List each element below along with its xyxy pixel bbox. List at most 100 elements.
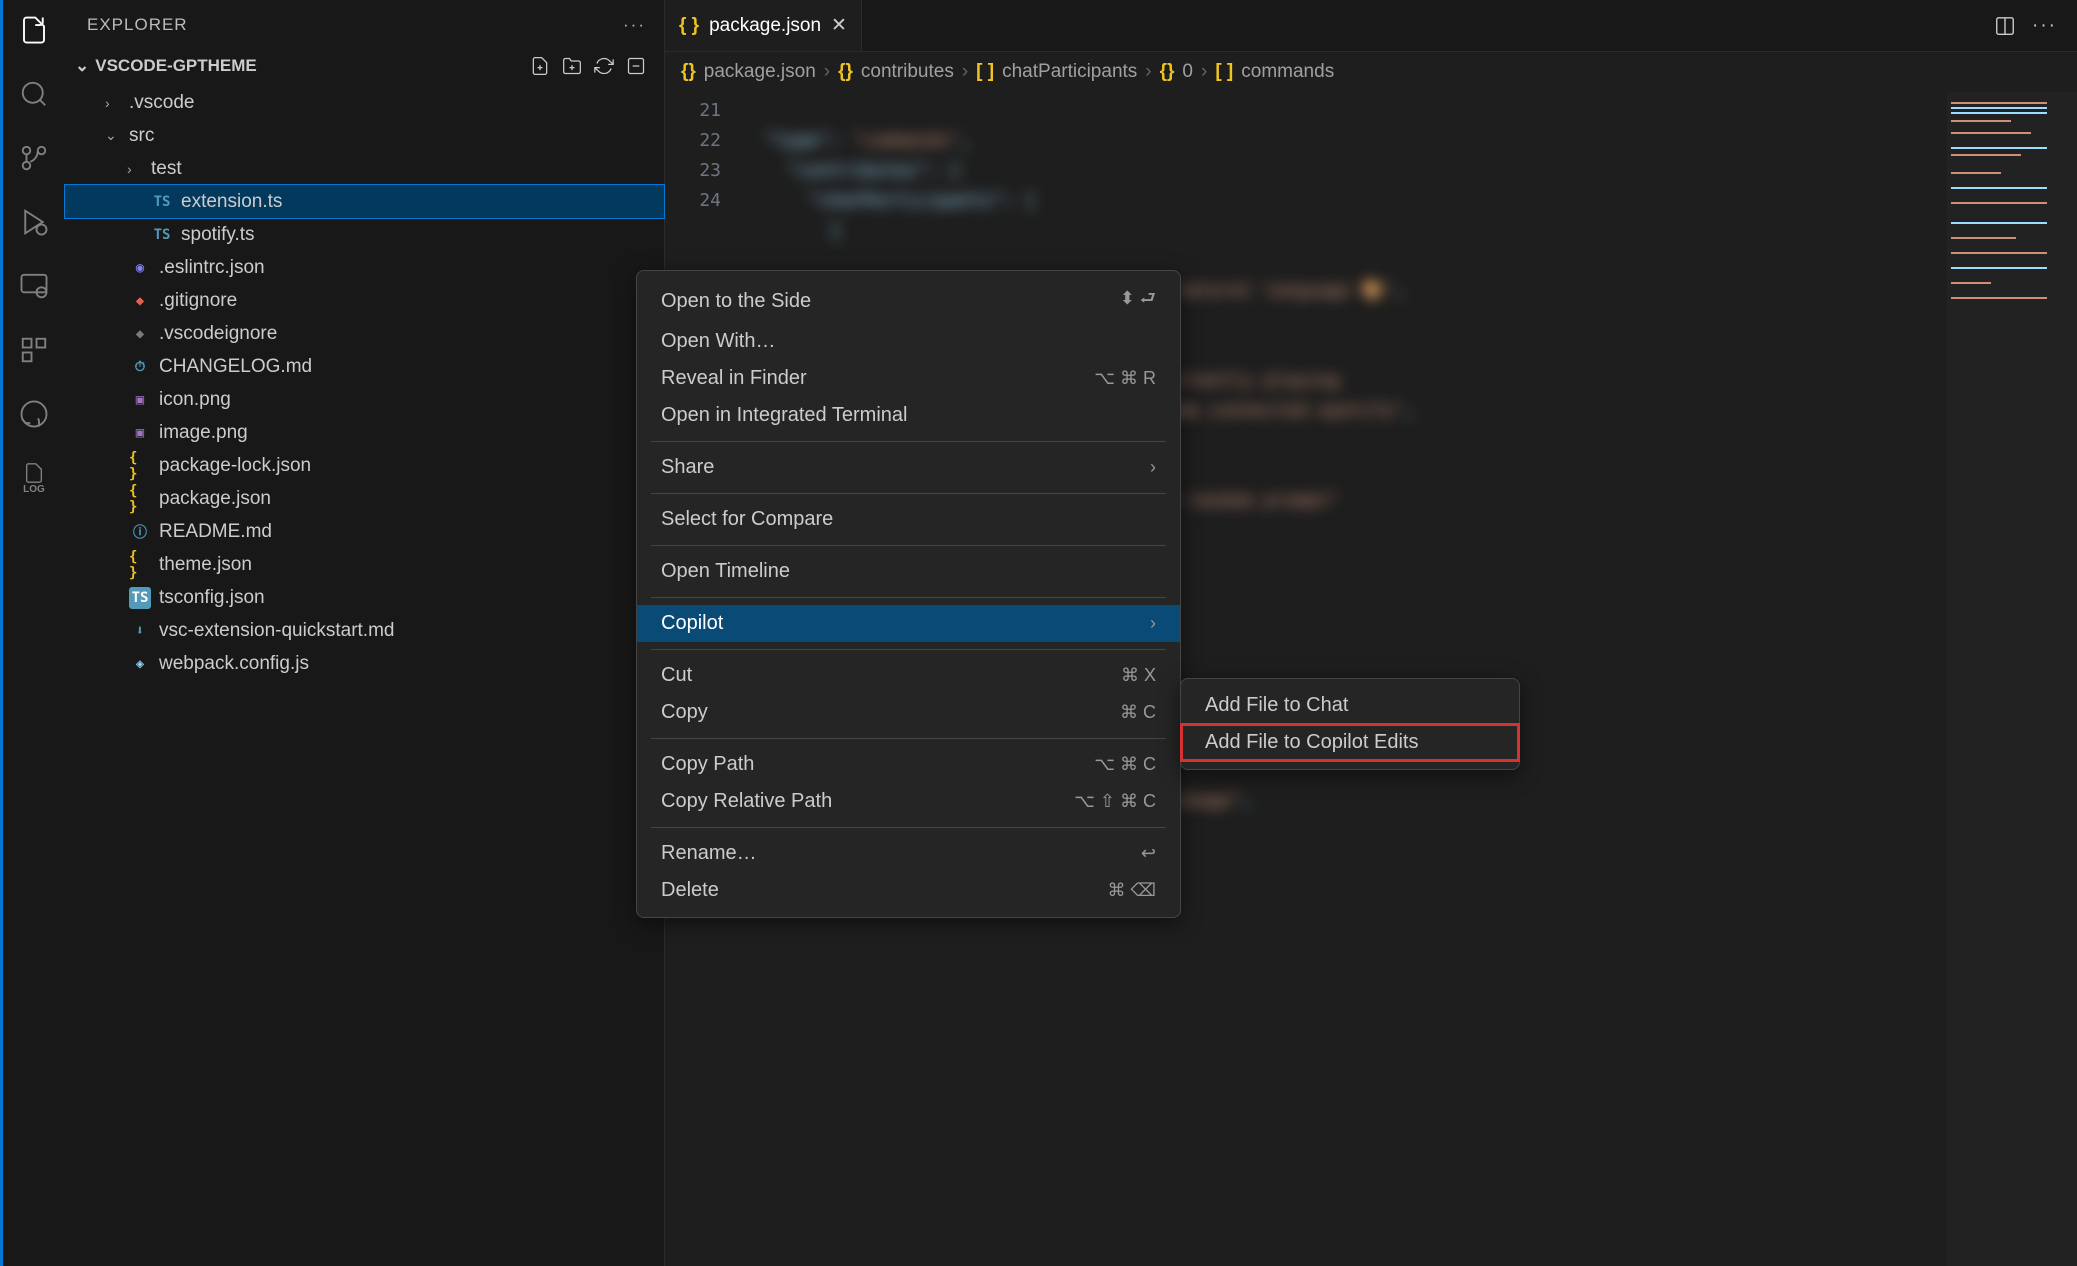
collapse-icon[interactable] xyxy=(626,56,646,76)
breadcrumbs[interactable]: {}package.json›{}contributes›[ ]chatPart… xyxy=(665,52,2077,92)
source-control-icon[interactable] xyxy=(16,140,52,176)
menu-label: Add File to Chat xyxy=(1205,694,1348,717)
breadcrumb-item[interactable]: contributes xyxy=(861,61,954,83)
submenu-item-add-file-to-chat[interactable]: Add File to Chat xyxy=(1181,687,1519,724)
tree-item-icon-png[interactable]: ▣icon.png xyxy=(65,383,664,416)
breadcrumb-item[interactable]: 0 xyxy=(1182,61,1193,83)
file-label: package.json xyxy=(159,488,271,510)
copilot-submenu: Add File to Chat Add File to Copilot Edit… xyxy=(1180,678,1520,770)
tree-item-changelog-md[interactable]: ⏱ CHANGELOG.md xyxy=(65,350,664,383)
tree-item-src[interactable]: ⌄src xyxy=(65,119,664,152)
file-icon: ◆ xyxy=(129,323,151,345)
menu-item-rename-[interactable]: Rename…↩ xyxy=(637,835,1180,872)
shortcut: ⌘ X xyxy=(1121,665,1156,686)
remote-icon[interactable] xyxy=(16,268,52,304)
tree-item-test[interactable]: ›test xyxy=(65,152,664,185)
refresh-icon[interactable] xyxy=(594,56,614,76)
more-icon[interactable]: ··· xyxy=(623,15,646,35)
file-icon: ⓘ xyxy=(129,521,151,543)
line-number: 22 xyxy=(665,126,721,156)
menu-label: Copilot xyxy=(661,612,723,635)
menu-item-reveal-in-finder[interactable]: Reveal in Finder⌥ ⌘ R xyxy=(637,360,1180,397)
tree-item--vscode[interactable]: ›.vscode xyxy=(65,86,664,119)
chevron-icon: ⌄ xyxy=(105,127,121,144)
menu-separator xyxy=(651,649,1166,650)
menu-item-delete[interactable]: Delete⌘ ⌫ xyxy=(637,872,1180,909)
breadcrumb-item[interactable]: package.json xyxy=(704,61,816,83)
menu-label: Open to the Side xyxy=(661,290,811,313)
split-icon: ⬍ ⮐ xyxy=(1120,286,1156,316)
menu-item-copy[interactable]: Copy⌘ C xyxy=(637,694,1180,731)
file-label: theme.json xyxy=(159,554,252,576)
menu-item-copy-path[interactable]: Copy Path⌥ ⌘ C xyxy=(637,746,1180,783)
explorer-icon[interactable] xyxy=(16,12,52,48)
tree-item-tsconfig-json[interactable]: TStsconfig.json xyxy=(65,581,664,614)
submenu-item-add-file-to-copilot-edits[interactable]: Add File to Copilot Edits xyxy=(1181,724,1519,761)
file-icon: ◉ xyxy=(129,257,151,279)
split-editor-icon[interactable] xyxy=(1994,15,2016,37)
tree-item--gitignore[interactable]: ◆.gitignore xyxy=(65,284,664,317)
file-label: CHANGELOG.md xyxy=(159,356,312,378)
line-number xyxy=(665,216,721,246)
menu-item-open-to-the-side[interactable]: Open to the Side ⬍ ⮐ xyxy=(637,279,1180,323)
more-icon[interactable]: ··· xyxy=(2032,15,2057,37)
line-number: 24 xyxy=(665,186,721,216)
file-icon: ▣ xyxy=(129,422,151,444)
tree-item-package-lock-json[interactable]: { }package-lock.json xyxy=(65,449,664,482)
file-icon: TS xyxy=(151,191,173,213)
run-debug-icon[interactable] xyxy=(16,204,52,240)
tree-item-vsc-extension-quickstart-md[interactable]: ⬇vsc-extension-quickstart.md xyxy=(65,614,664,647)
breadcrumb-icon: [ ] xyxy=(1215,61,1233,83)
menu-item-open-with-[interactable]: Open With… xyxy=(637,323,1180,360)
file-label: spotify.ts xyxy=(181,224,255,246)
menu-label: Open With… xyxy=(661,330,775,353)
explorer-sidebar: EXPLORER ··· ⌄ VSCODE-GPTHEME ›.vscode⌄s… xyxy=(65,0,665,1266)
tree-item-readme-md[interactable]: ⓘREADME.md xyxy=(65,515,664,548)
menu-item-share[interactable]: Share› xyxy=(637,449,1180,486)
new-file-icon[interactable] xyxy=(530,56,550,76)
file-icon: { } xyxy=(129,554,151,576)
project-name: VSCODE-GPTHEME xyxy=(95,56,257,76)
explorer-title: EXPLORER xyxy=(87,15,188,35)
menu-label: Open in Integrated Terminal xyxy=(661,404,907,427)
minimap[interactable] xyxy=(1947,92,2077,1266)
github-icon[interactable] xyxy=(16,396,52,432)
menu-item-copilot[interactable]: Copilot › xyxy=(637,605,1180,642)
tree-item-theme-json[interactable]: { } theme.json xyxy=(65,548,664,581)
project-section-header[interactable]: ⌄ VSCODE-GPTHEME xyxy=(65,50,664,82)
file-label: .vscodeignore xyxy=(159,323,277,345)
menu-label: Add File to Copilot Edits xyxy=(1205,731,1418,754)
tree-item--vscodeignore[interactable]: ◆ .vscodeignore xyxy=(65,317,664,350)
new-folder-icon[interactable] xyxy=(562,56,582,76)
file-label: tsconfig.json xyxy=(159,587,265,609)
file-icon: ◈ xyxy=(129,653,151,675)
close-icon[interactable]: ✕ xyxy=(831,14,847,37)
file-label: webpack.config.js xyxy=(159,653,309,675)
menu-item-open-timeline[interactable]: Open Timeline xyxy=(637,553,1180,590)
file-icon: { } xyxy=(129,488,151,510)
search-icon[interactable] xyxy=(16,76,52,112)
breadcrumb-icon: {} xyxy=(838,61,853,83)
menu-separator xyxy=(651,493,1166,494)
tree-item-webpack-config-js[interactable]: ◈ webpack.config.js xyxy=(65,647,664,680)
extensions-icon[interactable] xyxy=(16,332,52,368)
log-icon[interactable]: LOG xyxy=(16,460,52,496)
file-icon: { } xyxy=(129,455,151,477)
menu-label: Reveal in Finder xyxy=(661,367,807,390)
menu-item-cut[interactable]: Cut⌘ X xyxy=(637,657,1180,694)
tree-item--eslintrc-json[interactable]: ◉.eslintrc.json xyxy=(65,251,664,284)
menu-item-select-for-compare[interactable]: Select for Compare xyxy=(637,501,1180,538)
menu-item-open-in-integrated-terminal[interactable]: Open in Integrated Terminal xyxy=(637,397,1180,434)
file-icon: ⏱ xyxy=(129,356,151,378)
breadcrumb-item[interactable]: chatParticipants xyxy=(1002,61,1137,83)
tree-item-extension-ts[interactable]: TSextension.ts xyxy=(65,185,664,218)
tree-item-package-json[interactable]: { } package.json xyxy=(65,482,664,515)
menu-item-copy-relative-path[interactable]: Copy Relative Path⌥ ⇧ ⌘ C xyxy=(637,783,1180,820)
tree-item-spotify-ts[interactable]: TSspotify.ts xyxy=(65,218,664,251)
chevron-right-icon: › xyxy=(1150,613,1156,634)
shortcut: ⌥ ⌘ C xyxy=(1094,754,1156,775)
tab-package-json[interactable]: { } package.json ✕ xyxy=(665,0,862,51)
menu-label: Select for Compare xyxy=(661,508,833,531)
tree-item-image-png[interactable]: ▣image.png xyxy=(65,416,664,449)
breadcrumb-item[interactable]: commands xyxy=(1241,61,1334,83)
